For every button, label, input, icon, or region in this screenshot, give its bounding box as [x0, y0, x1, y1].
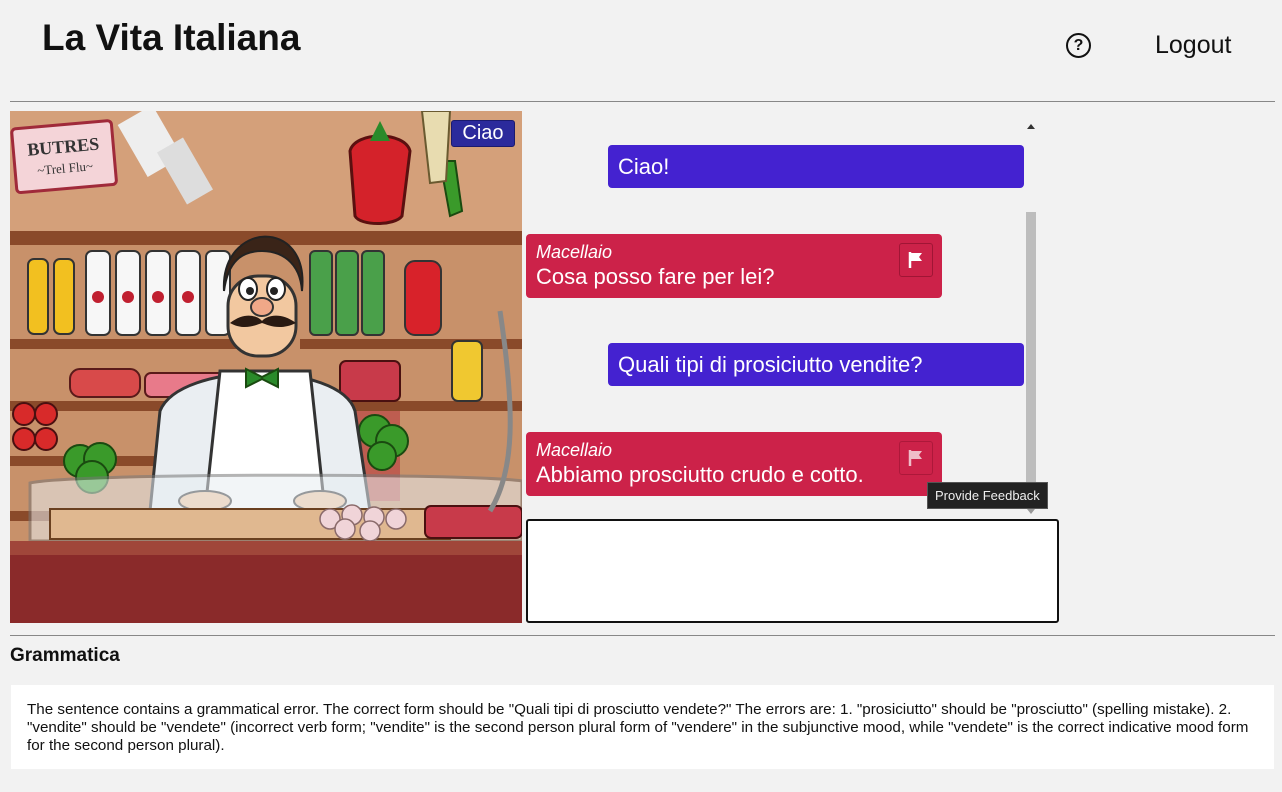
app-title: La Vita Italiana — [42, 17, 301, 58]
bottom-divider — [10, 635, 1275, 636]
flag-icon — [908, 450, 922, 466]
grammar-feedback-text: The sentence contains a grammatical erro… — [27, 701, 1249, 754]
grammar-feedback-box: The sentence contains a grammatical erro… — [11, 685, 1274, 769]
bot-message: Macellaio Cosa posso fare per lei? — [526, 234, 942, 298]
user-message-text: Quali tipi di prosiciutto vendite? — [618, 352, 923, 377]
flag-icon — [908, 252, 922, 268]
question-circle-icon: ? — [1073, 36, 1084, 54]
user-message: Ciao! — [608, 145, 1024, 188]
logout-button[interactable]: Logout — [1155, 31, 1231, 60]
chat-scrollbar[interactable] — [1026, 212, 1036, 504]
bot-message: Macellaio Abbiamo prosciutto crudo e cot… — [526, 432, 942, 496]
bot-speaker-name: Macellaio — [536, 242, 613, 262]
flag-feedback-button[interactable] — [899, 243, 933, 277]
scroll-down-arrow-icon[interactable] — [1027, 509, 1035, 514]
scene-image: BUTRES ~Trel Flu~ Ciao — [10, 111, 522, 623]
butcher-shop-illustration: BUTRES ~Trel Flu~ — [10, 111, 522, 623]
bot-message-text: Abbiamo prosciutto crudo e cotto. — [536, 462, 864, 487]
feedback-tooltip: Provide Feedback — [927, 482, 1048, 509]
grammar-section-title: Grammatica — [10, 645, 120, 666]
user-message: Quali tipi di prosiciutto vendite? — [608, 343, 1024, 386]
top-divider — [10, 101, 1275, 102]
help-button[interactable]: ? — [1066, 33, 1091, 58]
user-message-text: Ciao! — [618, 154, 670, 179]
scene-label: Ciao — [451, 120, 515, 147]
flag-feedback-button[interactable] — [899, 441, 933, 475]
bot-speaker-name: Macellaio — [536, 440, 613, 460]
chat-input[interactable] — [526, 519, 1059, 623]
bot-message-text: Cosa posso fare per lei? — [536, 264, 775, 289]
scroll-up-arrow-icon[interactable] — [1027, 124, 1035, 129]
